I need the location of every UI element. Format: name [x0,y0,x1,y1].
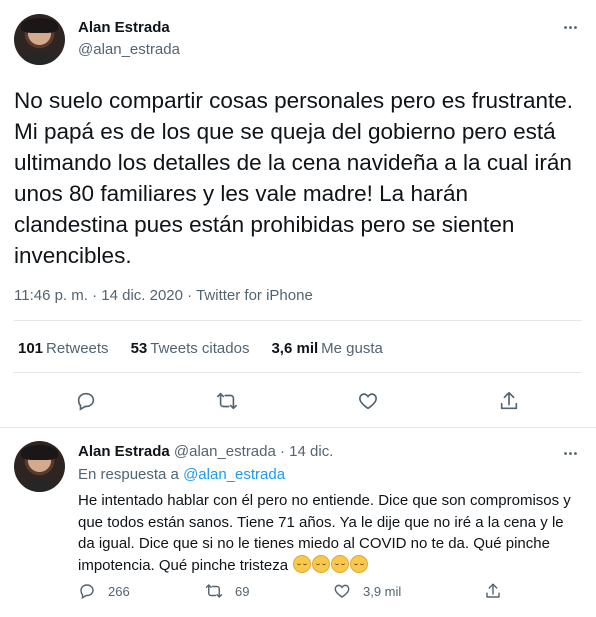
likes-count: 3,6 mil [271,340,319,357]
reply-date[interactable]: · 14 dic. [276,443,333,460]
retweets-stat[interactable]: 101 Retweets [18,340,109,357]
reply-icon [80,584,94,600]
more-icon[interactable] [560,443,580,463]
reply-count: 266 [108,583,130,599]
quotes-stat[interactable]: 53 Tweets citados [131,340,250,357]
tweet-source[interactable]: Twitter for iPhone [196,287,313,304]
divider [14,320,582,321]
like-icon [334,584,350,598]
reply-author-name[interactable]: Alan Estrada [78,443,170,460]
quotes-count: 53 [130,340,148,357]
pensive-face-emoji [350,554,369,573]
retweet-count: 69 [235,583,250,599]
pensive-face-emoji [293,554,312,573]
tweet-text: No suelo compartir cosas personales pero… [14,88,574,268]
reply-author-avatar[interactable] [14,441,65,492]
reply-text: He intentado hablar con él pero no entie… [78,490,578,576]
pensive-face-emoji [331,554,350,573]
reply-like-button[interactable]: 3,9 mil [333,582,401,600]
like-count: 3,9 mil [363,583,402,599]
in-reply-label: En respuesta a [78,466,184,483]
reply-actions: 266 69 3,9 mil [78,582,518,606]
reply-share-button[interactable] [484,582,502,600]
in-reply-handle-link[interactable]: @alan_estrada [183,466,285,483]
tweet-stats: 101 Retweets 53 Tweets citados 3,6 mil Me g… [18,340,383,357]
author-name[interactable]: Alan Estrada [78,19,170,36]
retweet-icon [205,584,223,598]
author-avatar[interactable] [14,14,65,65]
divider [14,372,582,373]
tweet-meta: 11:46 p. m. · 14 dic. 2020 · Twitter for… [14,287,313,304]
share-icon [486,583,500,598]
retweets-label: Retweets [46,340,109,357]
retweets-count: 101 [18,340,44,357]
likes-label: Me gusta [321,340,383,357]
reply-author-handle[interactable]: @alan_estrada [174,443,276,460]
in-reply-to: En respuesta a @alan_estrada [78,466,285,483]
pensive-face-emoji [312,554,331,573]
likes-stat[interactable]: 3,6 mil Me gusta [271,340,382,357]
reply-header: Alan Estrada @alan_estrada · 14 dic. [78,443,333,460]
divider [0,427,596,428]
retweet-icon[interactable] [212,386,242,416]
more-icon[interactable] [560,17,580,37]
quotes-label: Tweets citados [150,340,250,357]
reply-icon[interactable] [71,386,101,416]
tweet-actions [0,384,596,420]
reply-retweet-button[interactable]: 69 [205,582,249,600]
like-icon[interactable] [353,386,383,416]
tweet-timestamp[interactable]: 11:46 p. m. · 14 dic. 2020 · [14,287,196,304]
reply-reply-button[interactable]: 266 [78,582,130,600]
share-icon[interactable] [494,386,524,416]
author-handle[interactable]: @alan_estrada [78,41,180,58]
